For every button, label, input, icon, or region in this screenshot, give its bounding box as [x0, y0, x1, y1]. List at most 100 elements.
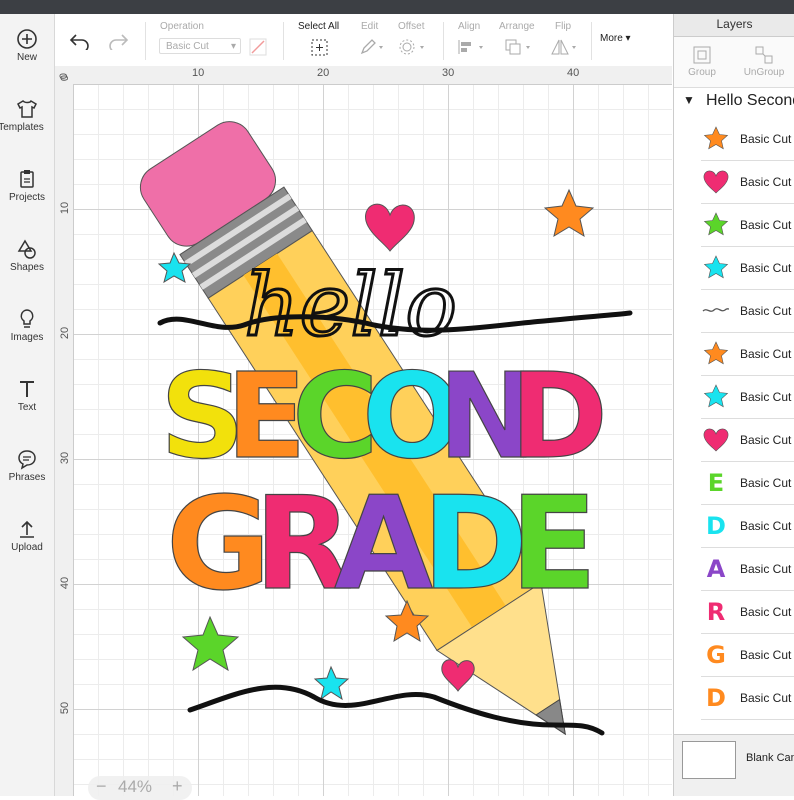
layer-thumbnail: E: [701, 466, 731, 500]
sidebar-item-phrases[interactable]: Phrases: [0, 440, 54, 500]
zoom-control: − 44% +: [88, 776, 192, 800]
sidebar-item-projects[interactable]: Projects: [0, 160, 54, 220]
layer-row[interactable]: E Basic Cut: [701, 462, 794, 505]
zoom-in-button[interactable]: +: [172, 776, 183, 797]
layer-label: Basic Cut: [740, 605, 792, 619]
ruler-tick-label: 20: [59, 326, 71, 340]
letter-glyph[interactable]: E: [509, 469, 598, 619]
zoom-level: 44%: [118, 777, 153, 796]
layer-row[interactable]: D Basic Cut: [701, 677, 794, 720]
layer-letter-thumbnail: E: [707, 469, 725, 497]
layer-label: Basic Cut: [740, 132, 792, 146]
design-artwork[interactable]: hello SECOND GRADE: [74, 85, 672, 796]
second-word[interactable]: SECOND: [159, 346, 608, 485]
ruler-tick-label: 30: [442, 67, 455, 79]
layer-thumbnail: A: [701, 552, 731, 586]
layer-label: Basic Cut: [740, 691, 792, 705]
layer-label: Basic Cut: [740, 175, 792, 189]
heart-shape[interactable]: [365, 203, 415, 252]
layer-row[interactable]: Basic Cut: [701, 290, 794, 333]
chevron-down-icon[interactable]: ▼: [683, 93, 695, 107]
layer-thumbnail: R: [701, 595, 731, 629]
top-toolbar: Operation Basic Cut Select All Edit Offs…: [55, 14, 672, 67]
squiggle-thumbnail-icon: [701, 294, 731, 328]
zoom-out-button[interactable]: −: [96, 776, 107, 797]
operation-select[interactable]: Basic Cut: [159, 38, 241, 55]
design-canvas[interactable]: hello SECOND GRADE: [74, 85, 672, 796]
edit-label: Edit: [361, 21, 379, 32]
ruler-tick-label: 40: [59, 576, 71, 590]
offset-icon[interactable]: [398, 38, 428, 56]
sidebar-item-new[interactable]: New: [0, 20, 54, 80]
star-thumbnail-icon: [701, 208, 731, 242]
left-ruler: 0 10 20 30 40 50: [55, 75, 74, 796]
ruler-tick-label: 40: [567, 67, 580, 79]
star-shape[interactable]: [543, 188, 595, 238]
more-button[interactable]: More ▾: [600, 33, 631, 44]
lightbulb-icon: [20, 309, 34, 328]
sidebar-item-text[interactable]: Text: [0, 370, 54, 430]
group-label: Group: [688, 67, 716, 78]
layer-label: Basic Cut: [740, 261, 792, 275]
sidebar-item-templates[interactable]: Templates: [0, 90, 54, 150]
layer-row[interactable]: Basic Cut: [701, 204, 794, 247]
layer-row[interactable]: Basic Cut: [701, 247, 794, 290]
letter-glyph[interactable]: A: [333, 469, 433, 619]
blank-canvas-swatch[interactable]: [682, 741, 736, 779]
layers-panel: Layers Group UnGroup ▼ Hello Second Grad…: [673, 14, 794, 796]
layer-row[interactable]: G Basic Cut: [701, 634, 794, 677]
sidebar-item-upload[interactable]: Upload: [0, 510, 54, 570]
flip-icon[interactable]: [550, 38, 580, 56]
ungroup-icon: [755, 46, 773, 64]
grade-word[interactable]: GRADE: [165, 469, 598, 619]
arrange-icon[interactable]: [504, 38, 534, 56]
layer-row[interactable]: Basic Cut: [701, 118, 794, 161]
layer-letter-thumbnail: A: [706, 555, 726, 583]
group-button[interactable]: Group: [674, 41, 730, 78]
letter-glyph[interactable]: D: [509, 346, 608, 485]
layer-row[interactable]: Basic Cut: [701, 376, 794, 419]
blank-canvas-row[interactable]: Blank Canvas: [674, 734, 794, 796]
select-all-label: Select All: [298, 21, 340, 32]
layer-row[interactable]: Basic Cut: [701, 419, 794, 462]
layer-row[interactable]: Basic Cut: [701, 333, 794, 376]
ruler-tick-label: 10: [192, 67, 205, 79]
sidebar-item-shapes[interactable]: Shapes: [0, 230, 54, 290]
layer-thumbnail: D: [701, 681, 731, 715]
layer-label: Basic Cut: [740, 347, 792, 361]
toolbar-divider: [145, 22, 146, 60]
flip-label: Flip: [555, 21, 572, 32]
sidebar-item-label: New: [16, 52, 37, 63]
star-shape[interactable]: [313, 665, 350, 701]
star-thumbnail-icon: [701, 337, 731, 371]
sidebar-item-images[interactable]: Images: [0, 300, 54, 360]
sidebar-item-label: Projects: [8, 192, 46, 203]
star-shape[interactable]: [181, 615, 240, 672]
layer-label: Basic Cut: [740, 218, 792, 232]
sidebar-item-label: Text: [17, 402, 37, 413]
edit-pencil-icon[interactable]: [359, 38, 385, 56]
plus-circle-icon: [17, 29, 37, 49]
layer-letter-thumbnail: G: [706, 641, 726, 669]
color-swatch-icon[interactable]: [249, 38, 267, 56]
redo-icon[interactable]: [107, 32, 129, 50]
layer-row[interactable]: R Basic Cut: [701, 591, 794, 634]
align-icon[interactable]: [457, 38, 487, 56]
layer-row[interactable]: Basic Cut: [701, 161, 794, 204]
layer-group-header[interactable]: ▼ Hello Second Grade: [674, 92, 794, 114]
ungroup-button[interactable]: UnGroup: [736, 41, 792, 78]
layer-row[interactable]: D Basic Cut: [701, 505, 794, 548]
undo-icon[interactable]: [69, 32, 91, 50]
ruler-tick-label: 0: [58, 72, 70, 80]
select-all-icon[interactable]: [311, 39, 328, 56]
sidebar-item-label: Phrases: [8, 472, 46, 483]
star-thumbnail-icon: [701, 122, 731, 156]
hello-script-text[interactable]: hello: [243, 255, 459, 358]
text-t-icon: [20, 381, 34, 397]
heart-thumbnail-icon: [701, 165, 731, 199]
layers-panel-title: Layers: [674, 14, 794, 37]
layer-row[interactable]: A Basic Cut: [701, 548, 794, 591]
top-ruler: 10 20 30 40: [55, 66, 672, 85]
layer-letter-thumbnail: R: [706, 598, 726, 626]
layer-group-name: Hello Second Grade: [706, 92, 794, 109]
